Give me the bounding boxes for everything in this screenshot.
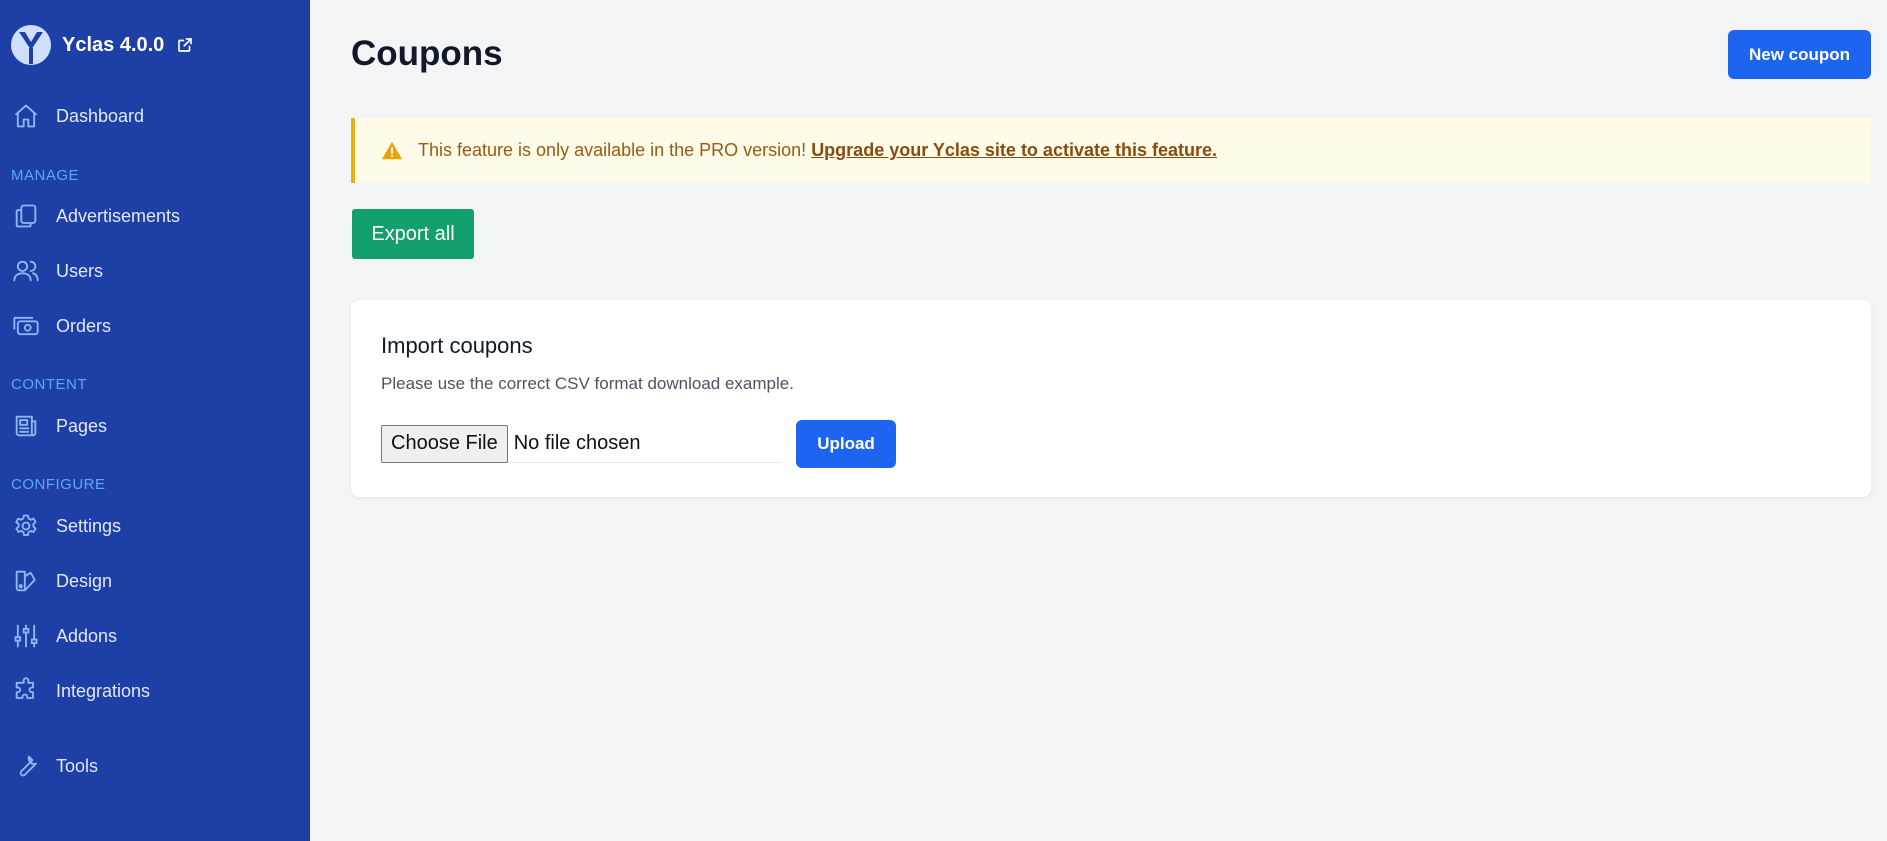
sidebar-item-addons[interactable]: Addons xyxy=(12,618,302,654)
sliders-icon xyxy=(14,624,38,648)
sidebar-item-label: Advertisements xyxy=(56,205,181,226)
sidebar-item-integrations[interactable]: Integrations xyxy=(12,673,302,709)
sidebar-item-orders[interactable]: Orders xyxy=(12,308,302,344)
export-all-button[interactable]: Export all xyxy=(352,209,474,259)
cash-icon xyxy=(13,316,39,336)
pro-feature-alert: This feature is only available in the PR… xyxy=(351,118,1871,183)
new-coupon-button[interactable]: New coupon xyxy=(1728,30,1871,79)
external-link-icon[interactable] xyxy=(176,36,194,54)
sidebar-item-label: Settings xyxy=(56,515,122,536)
puzzle-icon xyxy=(15,677,34,699)
sidebar-item-pages[interactable]: Pages xyxy=(12,408,302,444)
app-name: Yclas 4.0.0 xyxy=(62,33,165,56)
sidebar-item-settings[interactable]: Settings xyxy=(12,508,302,544)
card-title: Import coupons xyxy=(381,333,533,358)
section-configure: CONFIGURE xyxy=(11,476,106,493)
sidebar-item-label: Tools xyxy=(56,755,99,776)
card-description: Please use the correct CSV format downlo… xyxy=(381,374,794,393)
section-content: CONTENT xyxy=(11,376,87,393)
choose-file-button[interactable]: Choose File xyxy=(381,424,508,463)
csv-file-input[interactable]: Choose File No file chosen xyxy=(381,424,781,463)
wrench-icon xyxy=(19,755,37,777)
import-coupons-card: Import coupons Please use the correct CS… xyxy=(351,300,1871,497)
sidebar-item-design[interactable]: Design xyxy=(12,563,302,599)
brand[interactable]: Yclas 4.0.0 xyxy=(10,24,194,66)
gear-icon xyxy=(15,514,37,537)
sidebar-item-label: Addons xyxy=(56,625,118,646)
warning-icon xyxy=(381,141,403,159)
sidebar-item-tools[interactable]: Tools xyxy=(12,748,302,784)
sidebar-item-label: Integrations xyxy=(56,680,151,701)
sidebar: Yclas 4.0.0 Dashboard MANAGE Advertiseme… xyxy=(0,0,310,841)
section-manage: MANAGE xyxy=(11,167,80,184)
sidebar-item-advertisements[interactable]: Advertisements xyxy=(12,198,302,234)
sidebar-item-label: Pages xyxy=(56,415,108,436)
file-status: No file chosen xyxy=(513,432,641,454)
users-icon xyxy=(13,260,39,282)
sidebar-item-users[interactable]: Users xyxy=(12,253,302,289)
sidebar-item-label: Dashboard xyxy=(56,105,145,126)
upgrade-link[interactable]: Upgrade your Yclas site to activate this… xyxy=(811,140,1217,161)
palette-icon xyxy=(15,570,36,592)
documents-icon xyxy=(15,204,37,228)
alert-text: This feature is only available in the PR… xyxy=(418,140,807,160)
newspaper-icon xyxy=(15,415,37,437)
page-title: Coupons xyxy=(351,34,503,73)
yclas-logo-icon xyxy=(11,25,51,65)
sidebar-item-dashboard[interactable]: Dashboard xyxy=(12,98,302,134)
sidebar-item-label: Design xyxy=(56,570,113,591)
upload-button[interactable]: Upload xyxy=(796,420,896,468)
sidebar-item-label: Orders xyxy=(56,315,112,336)
sidebar-item-label: Users xyxy=(56,260,104,281)
home-icon xyxy=(14,104,38,128)
